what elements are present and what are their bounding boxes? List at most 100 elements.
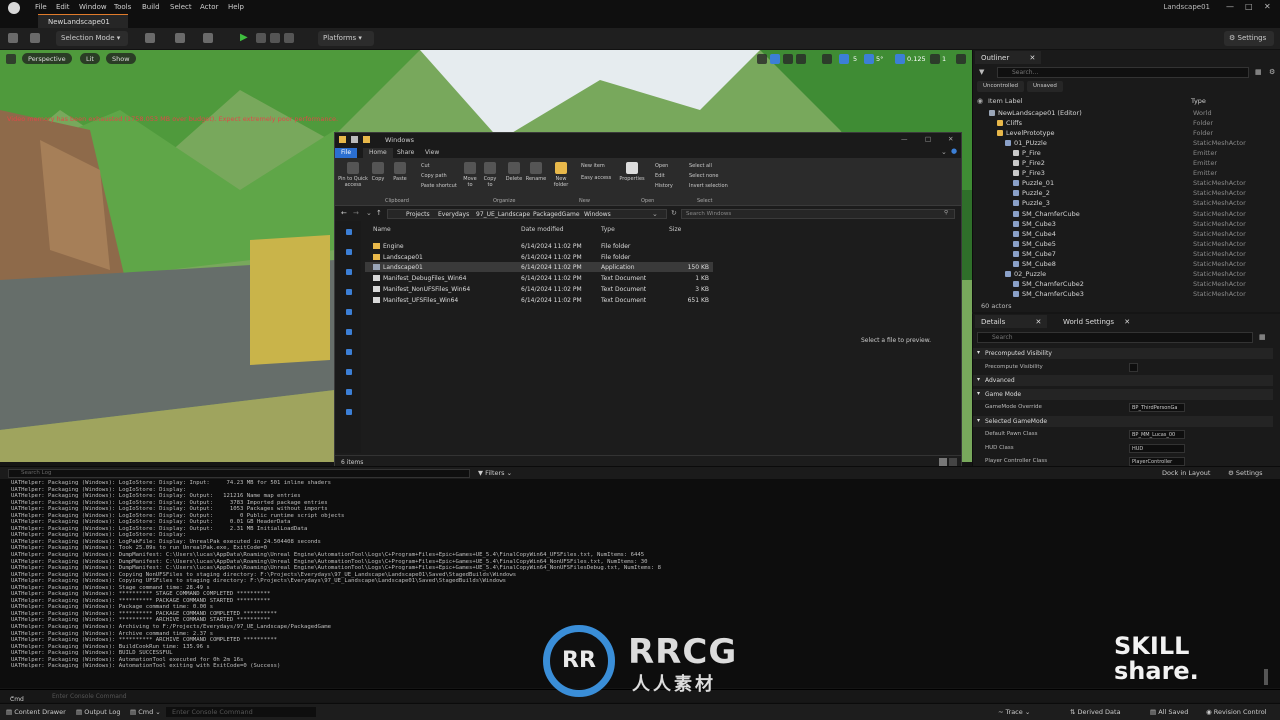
outliner-row[interactable]: Cliffs Folder bbox=[973, 118, 1273, 128]
details-view-options-icon[interactable]: ▦ bbox=[1259, 333, 1266, 341]
item-label-header[interactable]: Item Label bbox=[988, 97, 1022, 105]
outliner-row[interactable]: SM_Cube7 StaticMeshActor bbox=[973, 249, 1273, 259]
log-settings-button[interactable]: ⚙ Settings bbox=[1228, 469, 1263, 477]
select-none-button[interactable]: Select none bbox=[689, 173, 719, 179]
outliner-row[interactable]: 02_Puzzle StaticMeshActor bbox=[973, 269, 1273, 279]
outliner-row[interactable]: Puzzle_2 StaticMeshActor bbox=[973, 188, 1273, 198]
column-name[interactable]: Name bbox=[373, 226, 391, 233]
details-view-icon[interactable] bbox=[939, 458, 947, 466]
breadcrumb-projects[interactable]: Projects bbox=[406, 211, 430, 218]
platforms-dropdown[interactable]: Platforms ▾ bbox=[318, 31, 374, 46]
property-value-dropdown[interactable]: BP_ThirdPersonGa bbox=[1129, 403, 1185, 412]
tab-share[interactable]: Share bbox=[391, 148, 420, 158]
breadcrumb-windows[interactable]: Windows bbox=[584, 211, 611, 218]
help-icon[interactable]: ● bbox=[951, 147, 957, 155]
invert-selection-button[interactable]: Invert selection bbox=[689, 183, 728, 189]
nav-network-icon[interactable] bbox=[346, 409, 352, 415]
nav-thispc-icon[interactable] bbox=[346, 269, 352, 275]
property-value-dropdown[interactable]: HUD bbox=[1129, 443, 1185, 453]
grid-snap-icon[interactable] bbox=[839, 54, 849, 64]
move-to-button[interactable]: Move to bbox=[461, 162, 479, 188]
maximize-viewport-icon[interactable] bbox=[956, 54, 966, 64]
console-command-input[interactable]: Enter Console Command bbox=[166, 707, 316, 717]
close-icon[interactable]: ✕ bbox=[1029, 54, 1035, 62]
outliner-row[interactable]: SM_Cube3 StaticMeshActor bbox=[973, 219, 1273, 229]
breadcrumb-packagedgame[interactable]: PackagedGame bbox=[533, 211, 580, 218]
nav-drive-icon[interactable] bbox=[346, 329, 352, 335]
outliner-row[interactable]: Puzzle_01 StaticMeshActor bbox=[973, 178, 1273, 188]
address-bar[interactable]: Projects Everydays 97_UE_Landscape Packa… bbox=[387, 209, 667, 219]
copy-to-button[interactable]: Copy to bbox=[481, 162, 499, 188]
cut-button[interactable]: Cut bbox=[421, 163, 430, 169]
add-filter-icon[interactable]: ▦ bbox=[1255, 68, 1262, 76]
move-tool-icon[interactable] bbox=[770, 54, 780, 64]
revision-control-button[interactable]: ◉ Revision Control bbox=[1206, 708, 1266, 716]
surface-snap-icon[interactable] bbox=[822, 54, 832, 64]
new-folder-qa-icon[interactable] bbox=[363, 136, 370, 143]
explorer-minimize-icon[interactable]: — bbox=[901, 135, 908, 143]
back-icon[interactable]: ← bbox=[341, 209, 347, 217]
file-row[interactable]: Manifest_UFSFiles_Win64 6/14/2024 11:02 P… bbox=[365, 295, 713, 305]
select-tool-icon[interactable] bbox=[757, 54, 767, 64]
nav-drive-icon[interactable] bbox=[346, 349, 352, 355]
outliner-row[interactable]: SM_ChamferCube2 StaticMeshActor bbox=[973, 279, 1273, 289]
lit-button[interactable]: Lit bbox=[80, 53, 100, 64]
content-icon[interactable] bbox=[30, 33, 40, 43]
expand-ribbon-icon[interactable]: ⌄ bbox=[941, 148, 947, 156]
menu-actor[interactable]: Actor bbox=[200, 3, 218, 11]
column-date[interactable]: Date modified bbox=[521, 226, 564, 233]
add-actor-icon[interactable] bbox=[145, 33, 155, 43]
outliner-row[interactable]: SM_Cube5 StaticMeshActor bbox=[973, 239, 1273, 249]
settings-button[interactable]: ⚙ Settings bbox=[1224, 31, 1274, 46]
outliner-row[interactable]: Puzzle_3 StaticMeshActor bbox=[973, 198, 1273, 208]
tab-view[interactable]: View bbox=[419, 148, 445, 158]
large-icons-view-icon[interactable] bbox=[949, 458, 957, 466]
select-all-button[interactable]: Select all bbox=[689, 163, 712, 169]
uncontrolled-filter[interactable]: Uncontrolled bbox=[977, 81, 1024, 92]
property-value-dropdown[interactable]: PlayerController bbox=[1129, 457, 1185, 466]
outliner-row[interactable]: 01_PUzzle StaticMeshActor bbox=[973, 138, 1273, 148]
close-icon[interactable]: ✕ bbox=[1264, 2, 1271, 11]
rename-button[interactable]: Rename bbox=[525, 162, 547, 182]
history-button[interactable]: History bbox=[655, 183, 673, 189]
nav-drive-icon[interactable] bbox=[346, 369, 352, 375]
recent-icon[interactable]: ⌄ bbox=[366, 209, 372, 217]
log-search-input[interactable]: Search Log bbox=[8, 469, 470, 478]
stop-icon[interactable] bbox=[270, 33, 280, 43]
log-scrollbar[interactable] bbox=[1264, 669, 1268, 685]
details-section[interactable]: ▾ Selected GameMode bbox=[973, 415, 1273, 427]
outliner-row[interactable]: P_Fire2 Emitter bbox=[973, 158, 1273, 168]
minimize-icon[interactable]: — bbox=[1226, 2, 1234, 11]
outliner-row[interactable]: LevelPrototype Folder bbox=[973, 128, 1273, 138]
filter-icon[interactable]: ▼ bbox=[979, 68, 984, 76]
outliner-row[interactable]: SM_ChamferCube3 StaticMeshActor bbox=[973, 289, 1273, 299]
outliner-row[interactable]: P_Fire Emitter bbox=[973, 148, 1273, 158]
type-header[interactable]: Type bbox=[1191, 97, 1206, 105]
trace-button[interactable]: ∼ Trace ⌄ bbox=[998, 708, 1030, 716]
maximize-icon[interactable]: □ bbox=[1245, 2, 1253, 11]
breadcrumb-landscape[interactable]: 97_UE_Landscape bbox=[476, 211, 530, 218]
world-settings-tab[interactable]: World Settings ✕ bbox=[1057, 315, 1136, 328]
details-search-input[interactable]: Search bbox=[977, 332, 1253, 343]
selection-mode-dropdown[interactable]: Selection Mode ▾ bbox=[56, 31, 128, 46]
paste-button[interactable]: Paste bbox=[391, 162, 409, 182]
tab-home[interactable]: Home bbox=[363, 148, 393, 158]
nav-quick-access-icon[interactable] bbox=[346, 229, 352, 235]
cmd-dropdown[interactable]: ▤ Cmd ⌄ bbox=[130, 708, 161, 716]
column-size[interactable]: Size bbox=[669, 226, 681, 233]
output-log-button[interactable]: ▤ Output Log bbox=[76, 708, 120, 716]
viewport-menu-icon[interactable] bbox=[6, 54, 16, 64]
menu-select[interactable]: Select bbox=[170, 3, 192, 11]
scale-snap-value[interactable]: 0.125 bbox=[907, 55, 926, 63]
open-button[interactable]: Open bbox=[655, 163, 668, 169]
show-button[interactable]: Show bbox=[106, 53, 136, 64]
outliner-search-input[interactable]: Search... bbox=[997, 67, 1249, 78]
outliner-row[interactable]: SM_Cube8 StaticMeshActor bbox=[973, 259, 1273, 269]
explorer-maximize-icon[interactable]: □ bbox=[925, 135, 931, 143]
new-folder-button[interactable]: New folder bbox=[551, 162, 571, 188]
copy-path-button[interactable]: Copy path bbox=[421, 173, 447, 179]
menu-tools[interactable]: Tools bbox=[114, 3, 131, 11]
menu-build[interactable]: Build bbox=[142, 3, 160, 11]
address-dropdown-icon[interactable]: ⌄ bbox=[652, 210, 658, 218]
camera-speed-icon[interactable] bbox=[930, 54, 940, 64]
